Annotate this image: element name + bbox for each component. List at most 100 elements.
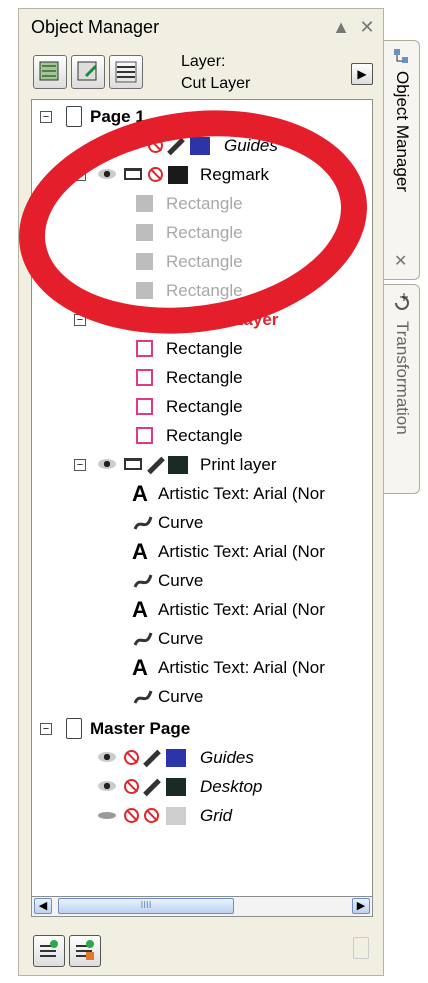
flyout-menu-button[interactable]: ▶ [351,63,373,85]
tree-row-rectangle[interactable]: Rectangle [32,247,372,276]
tree-row-guides[interactable]: Guides [32,131,372,160]
rectangle-icon [136,427,153,444]
transformation-tab-label: Transformation [393,321,412,435]
rectangle-label: Rectangle [166,426,243,445]
visibility-eye-icon[interactable] [98,169,116,179]
hidden-eye-icon[interactable] [98,812,116,819]
collapse-icon[interactable]: ▲ [331,17,351,37]
tree-row-curve[interactable]: Curve [32,624,372,653]
printer-icon[interactable] [124,168,142,180]
tree-row-artistic-text[interactable]: A Artistic Text: Arial (Nor [32,653,372,682]
page-icon [66,106,82,127]
close-tab-icon[interactable]: ✕ [394,251,407,271]
tree-row-rectangle[interactable]: Rectangle [32,363,372,392]
edit-pencil-icon[interactable] [143,749,161,768]
tree-row-cut-layer[interactable]: − Cut Layer [32,305,372,334]
collapse-regmark-icon[interactable]: − [74,169,86,181]
tree-row-artistic-text[interactable]: A Artistic Text: Arial (Nor [32,479,372,508]
scroll-left-icon[interactable]: ◀ [34,898,52,914]
visibility-eye-icon[interactable] [98,314,116,324]
layer-color-swatch[interactable] [190,137,210,155]
layer-color-swatch[interactable] [166,807,186,825]
layer-color-swatch[interactable] [166,778,186,796]
tree-row-curve[interactable]: Curve [32,508,372,537]
tree-row-curve[interactable]: Curve [32,682,372,711]
collapse-print-layer-icon[interactable]: − [74,459,86,471]
artistic-text-icon: A [132,597,148,622]
current-layer-label: Layer: Cut Layer [181,51,250,95]
layer-label-value: Cut Layer [181,75,251,92]
layers-edit-icon [77,61,98,81]
printer-icon[interactable] [124,458,142,470]
tree-row-artistic-text[interactable]: A Artistic Text: Arial (Nor [32,595,372,624]
tree-row-rectangle[interactable]: Rectangle [32,276,372,305]
tree-row-rectangle[interactable]: Rectangle [32,218,372,247]
layer-label-caption: Layer: [181,53,226,70]
new-layer-bottom-button[interactable] [33,935,65,967]
transformation-tab-icon [395,293,409,310]
tree-row-rectangle[interactable]: Rectangle [32,421,372,450]
close-icon[interactable]: ✕ [357,17,377,37]
layer-color-swatch[interactable] [168,456,188,474]
tree-row-print-layer[interactable]: − Print layer [32,450,372,479]
tree-row-regmark[interactable]: − Regmark [32,160,372,189]
grid-label: Grid [200,806,233,825]
visibility-eye-icon[interactable] [124,140,142,150]
rectangle-icon [136,369,153,386]
curve-label: Curve [158,629,204,648]
tree-row-artistic-text[interactable]: A Artistic Text: Arial (Nor [32,537,372,566]
layers-stack-icon [115,61,137,83]
print-disabled-icon[interactable] [148,138,163,153]
visibility-eye-icon[interactable] [98,781,116,791]
printer-icon[interactable] [124,313,142,325]
rectangle-icon [136,282,153,299]
tree-row-grid[interactable]: Grid [32,801,372,830]
artistic-text-label: Artistic Text: Arial (Nor [158,658,325,677]
layer-color-swatch[interactable] [168,311,188,329]
tree-row-page1[interactable]: − Page 1 [32,102,372,131]
rectangle-icon [136,340,153,357]
collapse-cut-layer-icon[interactable]: − [74,314,86,326]
visibility-eye-icon[interactable] [98,752,116,762]
print-disabled-icon[interactable] [124,808,139,823]
layer-color-swatch[interactable] [168,166,188,184]
curve-icon [133,516,153,530]
visibility-eye-icon[interactable] [98,459,116,469]
new-layer-button[interactable] [33,55,67,89]
tab-object-manager[interactable]: Object Manager ✕ [384,40,420,280]
scroll-right-icon[interactable]: ▶ [352,898,370,914]
guides-label: Guides [224,136,278,155]
edit-pencil-icon[interactable] [167,137,185,156]
tree-row-rectangle[interactable]: Rectangle [32,392,372,421]
collapse-master-page-icon[interactable]: − [40,723,52,735]
tree-row-rectangle[interactable]: Rectangle [32,189,372,218]
new-master-layer-bottom-button[interactable] [69,935,101,967]
layer-manager-view-button[interactable] [109,55,143,89]
rectangle-icon [136,195,153,212]
edit-pencil-icon[interactable] [147,456,165,475]
horizontal-scrollbar[interactable]: ◀ IIII ▶ [31,897,373,917]
print-disabled-icon[interactable] [124,779,139,794]
edit-pencil-icon[interactable] [147,311,165,330]
edit-pencil-icon[interactable] [143,778,161,797]
delete-trash-icon[interactable] [353,937,369,959]
master-guides-label: Guides [200,748,254,767]
print-disabled-icon[interactable] [124,750,139,765]
tree-row-master-page[interactable]: − Master Page [32,714,372,743]
edit-disabled-icon[interactable] [148,167,163,182]
tab-transformation[interactable]: Transformation [384,284,420,494]
layer-color-swatch[interactable] [166,749,186,767]
tree-row-rectangle[interactable]: Rectangle [32,334,372,363]
new-master-layer-button[interactable] [71,55,105,89]
docker-side-tabs: Object Manager ✕ Transformation [384,40,424,500]
edit-disabled-icon[interactable] [144,808,159,823]
tree-row-curve[interactable]: Curve [32,566,372,595]
cut-layer-label: Cut Layer [200,310,279,329]
tree-row-master-guides[interactable]: Guides [32,743,372,772]
object-tree: − Page 1 Guides − Regmark Rectangle Rect… [31,99,373,897]
artistic-text-label: Artistic Text: Arial (Nor [158,542,325,561]
tree-row-desktop[interactable]: Desktop [32,772,372,801]
collapse-page1-icon[interactable]: − [40,111,52,123]
scroll-thumb[interactable]: IIII [58,898,234,914]
new-layer-icon [40,940,58,957]
